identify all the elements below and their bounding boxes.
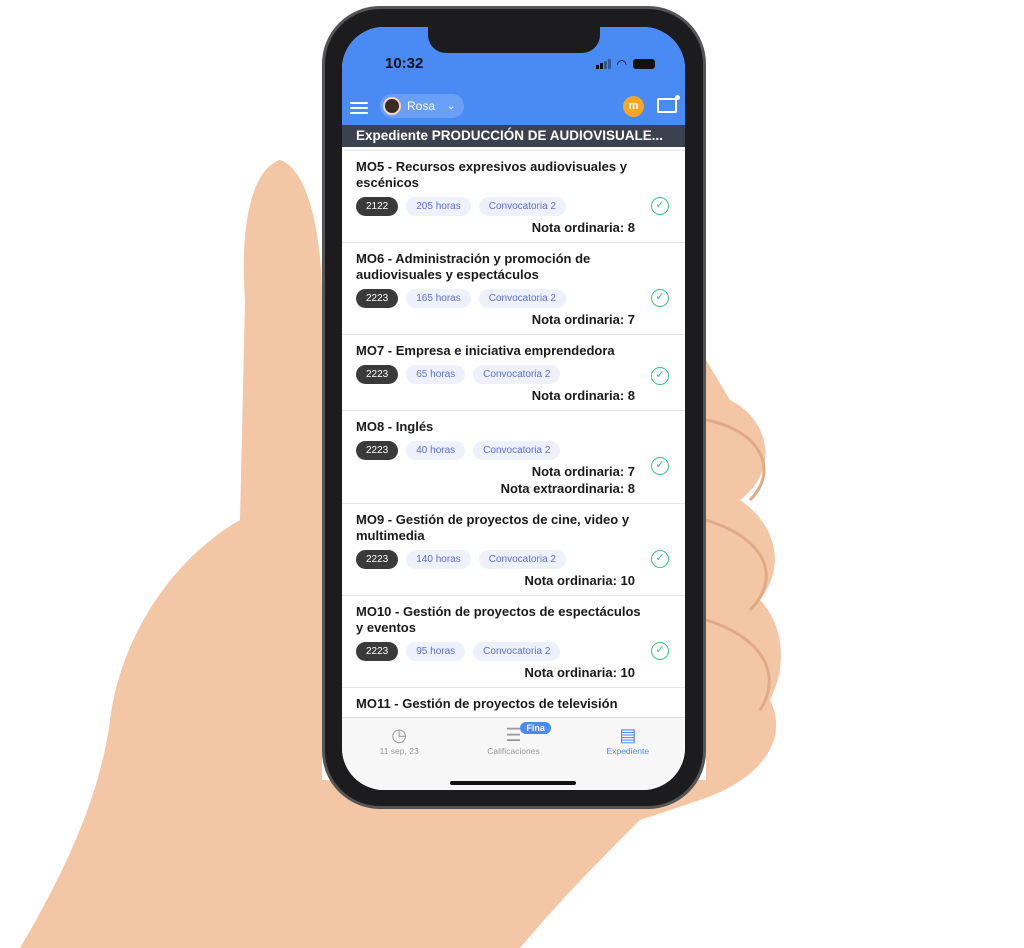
- check-icon: ✓: [651, 289, 669, 307]
- badge: Fina: [520, 722, 551, 734]
- avatar: [383, 97, 401, 115]
- call-chip: Convocatoria 2: [473, 365, 561, 384]
- list-item[interactable]: MO11 - Gestión de proyectos de televisió…: [342, 687, 685, 718]
- tab-date[interactable]: ◷ 11 sep, 23: [342, 718, 456, 790]
- check-icon: ✓: [651, 550, 669, 568]
- notch: [428, 27, 600, 53]
- grade-note: Nota ordinaria: 7: [531, 464, 635, 479]
- signal-icon: [595, 59, 611, 69]
- list-item[interactable]: MO5 - Recursos expresivos audiovisuales …: [342, 150, 685, 242]
- year-chip: 2223: [356, 550, 399, 569]
- check-icon: ✓: [651, 457, 669, 475]
- brand-logo-icon[interactable]: m: [623, 96, 644, 117]
- list-icon: ☰: [505, 725, 522, 745]
- subject-title: MO7 - Empresa e iniciativa emprendedora: [356, 343, 615, 358]
- subject-title: MO10 - Gestión de proyectos de espectácu…: [356, 604, 641, 635]
- list-item[interactable]: MO6 - Administración y promoción de audi…: [342, 242, 685, 334]
- call-chip: Convocatoria 2: [478, 550, 566, 569]
- chevron-down-icon: ⌄: [447, 100, 456, 112]
- hours-chip: 95 horas: [406, 642, 466, 661]
- subject-title: MO8 - Inglés: [356, 419, 434, 434]
- hours-chip: 205 horas: [406, 197, 471, 216]
- tab-label: Expediente: [606, 746, 650, 756]
- subject-title: MO11 - Gestión de proyectos de televisió…: [356, 696, 618, 711]
- year-chip: 2223: [356, 365, 399, 384]
- grade-note: Nota ordinaria: 8: [531, 220, 635, 235]
- check-icon: ✓: [651, 367, 669, 385]
- phone-screen: 10:32 ◠ Rosa ⌄ m Expediente PRODUCCIÓN D…: [342, 27, 685, 790]
- list-item[interactable]: MO7 - Empresa e iniciativa emprendedora 2…: [342, 334, 685, 410]
- home-indicator: [450, 781, 576, 785]
- hours-chip: 40 horas: [406, 441, 466, 460]
- tab-calificaciones[interactable]: ☰ Fina Calificaciones: [456, 718, 570, 790]
- grade-note: Nota ordinaria: 10: [524, 573, 635, 588]
- tab-label: Calificaciones: [487, 746, 540, 756]
- list-item[interactable]: MO9 - Gestión de proyectos de cine, vide…: [342, 503, 685, 595]
- subject-title: MO9 - Gestión de proyectos de cine, vide…: [356, 512, 630, 543]
- wifi-icon: ◠: [616, 57, 627, 71]
- page-title: Expediente PRODUCCIÓN DE AUDIOVISUALE...: [342, 125, 685, 147]
- call-chip: Convocatoria 2: [478, 197, 566, 216]
- list-item[interactable]: MO8 - Inglés 2223 40 horas Convocatoria 2 No…: [342, 410, 685, 503]
- check-icon: ✓: [651, 642, 669, 660]
- call-chip: Convocatoria 2: [478, 289, 566, 308]
- grade-note: Nota ordinaria: 8: [531, 388, 635, 403]
- tab-expediente[interactable]: ▤ Expediente: [571, 718, 685, 790]
- user-selector[interactable]: Rosa ⌄: [380, 94, 464, 118]
- status-time: 10:32: [385, 55, 424, 72]
- check-icon: ✓: [651, 197, 669, 215]
- hours-chip: 140 horas: [406, 550, 471, 569]
- list-item[interactable]: MO10 - Gestión de proyectos de espectácu…: [342, 595, 685, 687]
- hours-chip: 165 horas: [406, 289, 471, 308]
- status-icons: ◠: [595, 57, 655, 71]
- subject-title: MO6 - Administración y promoción de audi…: [356, 251, 591, 282]
- clock-icon: ◷: [391, 725, 408, 745]
- tab-label: 11 sep, 23: [379, 746, 419, 756]
- year-chip: 2223: [356, 289, 399, 308]
- call-chip: Convocatoria 2: [473, 642, 561, 661]
- tab-bar: ◷ 11 sep, 23 ☰ Fina Calificaciones ▤ Expedie…: [342, 717, 685, 790]
- grade-note: Nota ordinaria: 10: [524, 665, 635, 680]
- year-chip: 2122: [356, 197, 399, 216]
- menu-icon[interactable]: [350, 99, 368, 117]
- year-chip: 2223: [356, 642, 399, 661]
- inbox-icon: ▤: [619, 725, 637, 745]
- subject-list: MO5 - Recursos expresivos audiovisuales …: [342, 147, 685, 718]
- call-chip: Convocatoria 2: [473, 441, 561, 460]
- grade-note: Nota extraordinaria: 8: [500, 481, 635, 496]
- grade-note: Nota ordinaria: 7: [531, 312, 635, 327]
- battery-icon: [633, 59, 655, 69]
- subject-title: MO5 - Recursos expresivos audiovisuales …: [356, 159, 627, 190]
- mail-icon[interactable]: [657, 95, 680, 113]
- year-chip: 2223: [356, 441, 399, 460]
- user-name: Rosa: [407, 99, 436, 113]
- hours-chip: 65 horas: [406, 365, 466, 384]
